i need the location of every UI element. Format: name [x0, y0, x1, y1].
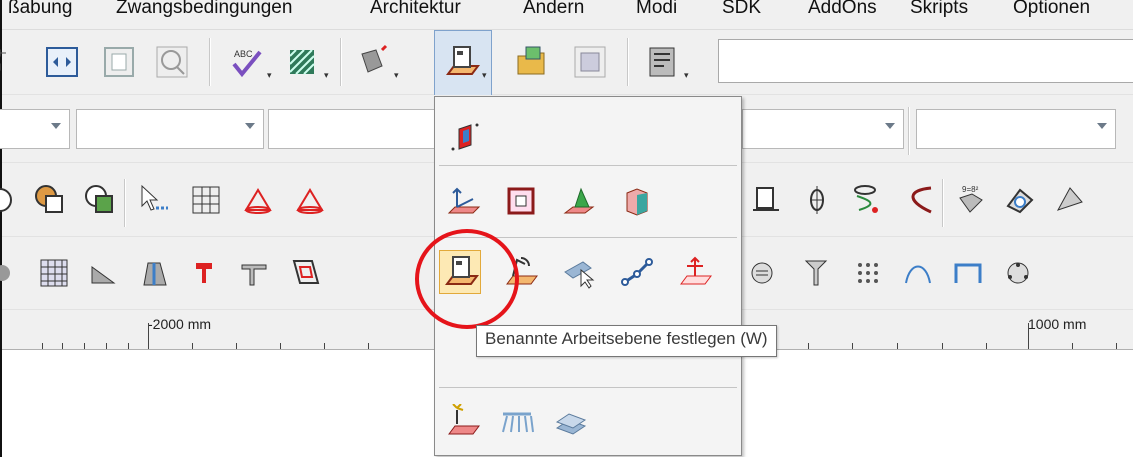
color-combo[interactable] [742, 109, 904, 149]
dot-pattern-icon[interactable] [848, 253, 888, 293]
workplane-projection-icon[interactable] [497, 402, 537, 442]
sphere-icon[interactable] [0, 253, 22, 293]
menu-modi[interactable]: Modi [636, 0, 677, 19]
callout-highlight-circle [415, 229, 519, 329]
command-input[interactable] [718, 39, 1133, 83]
shell-icon[interactable] [1000, 180, 1040, 220]
menu-aendern[interactable]: Ändern [523, 0, 584, 19]
workplane-icon [442, 42, 482, 82]
zoom-icon[interactable] [152, 42, 192, 82]
menu-sdk[interactable]: SDK [722, 0, 761, 19]
wedge-icon[interactable] [84, 253, 124, 293]
curve-points-icon[interactable] [898, 253, 938, 293]
lineweight-combo[interactable] [268, 109, 436, 149]
svg-text:9=8²: 9=8² [962, 185, 979, 194]
menu-zwangsbedingungen[interactable]: Zwangsbedingungen [116, 0, 292, 19]
button-tooltip: Benannte Arbeitsebene festlegen (W) [476, 325, 777, 357]
workplane-view-icon[interactable] [747, 180, 787, 220]
workplane-light-icon[interactable] [443, 402, 483, 442]
cursor-workplane-icon[interactable] [559, 252, 599, 292]
cone-outline-icon[interactable] [290, 180, 330, 220]
surface-icon[interactable] [1050, 180, 1090, 220]
workplane-origin-icon[interactable] [445, 117, 485, 157]
workplane-box-icon[interactable] [617, 181, 657, 221]
point-probe-icon[interactable] [797, 180, 837, 220]
three-point-workplane-icon[interactable] [617, 252, 657, 292]
spline-lasso-icon[interactable] [847, 180, 887, 220]
window-view-icon[interactable] [99, 42, 139, 82]
fit-view-icon[interactable] [42, 42, 82, 82]
screw-icon[interactable] [796, 253, 836, 293]
nodes-icon[interactable] [998, 253, 1038, 293]
extrude-profile-icon[interactable] [184, 253, 224, 293]
menu-optionen[interactable]: Optionen [1013, 0, 1090, 19]
ruler-label-left: -2000 mm [148, 316, 212, 332]
paint-bucket-icon[interactable] [352, 42, 392, 82]
spellcheck-icon[interactable]: ABC [226, 42, 266, 82]
menu-architektur[interactable]: Architektur [370, 0, 461, 19]
svg-text:ABC: ABC [234, 49, 253, 59]
arc-icon[interactable] [897, 180, 937, 220]
menu-bar: ßabung Zwangsbedingungen Architektur Änd… [2, 0, 1133, 30]
intersect-icon[interactable] [80, 180, 120, 220]
workplane-layer-icon[interactable] [551, 402, 591, 442]
measure-box-icon[interactable]: 9=8² [950, 180, 990, 220]
image-gallery-icon[interactable] [570, 42, 610, 82]
hierarchy-icon[interactable] [0, 42, 24, 82]
linetype-combo[interactable] [916, 109, 1116, 149]
fillet-icon[interactable] [742, 253, 782, 293]
select-cursor-icon[interactable] [134, 180, 174, 220]
menu-bemassung[interactable]: ßabung [8, 0, 72, 19]
layer-combo[interactable] [0, 109, 70, 149]
style-combo[interactable] [76, 109, 264, 149]
menu-skripts[interactable]: Skripts [910, 0, 968, 19]
pyramid-icon[interactable] [134, 253, 174, 293]
cone-icon[interactable] [238, 180, 278, 220]
grid-select-icon[interactable] [186, 180, 226, 220]
bridge-icon[interactable] [948, 253, 988, 293]
grid-cells-icon[interactable] [34, 253, 74, 293]
hatch-pattern-icon[interactable] [282, 42, 322, 82]
workplane-axis-icon[interactable] [443, 181, 483, 221]
subtract-icon[interactable] [30, 180, 70, 220]
workplane-frame-icon[interactable] [501, 181, 541, 221]
application-window: ßabung Zwangsbedingungen Architektur Änd… [0, 0, 1133, 457]
extrude-icon[interactable] [234, 253, 274, 293]
sweep-icon[interactable] [284, 253, 324, 293]
ruler-label-right: 1000 mm [1028, 316, 1087, 332]
move-workplane-icon[interactable] [675, 252, 715, 292]
menu-addons[interactable]: AddOns [808, 0, 877, 19]
workplane-face-icon[interactable] [559, 181, 599, 221]
open-folder-icon[interactable] [512, 42, 552, 82]
union-icon[interactable] [0, 180, 20, 220]
script-icon[interactable] [642, 42, 682, 82]
